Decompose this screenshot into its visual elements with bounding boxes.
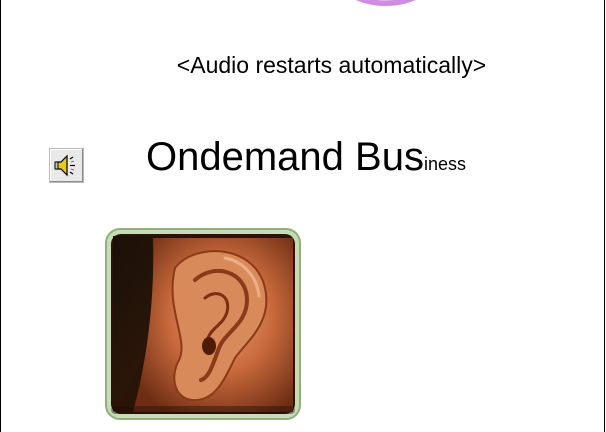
audio-instruction: <Audio restarts automatically> xyxy=(176,52,487,78)
decorative-arrow xyxy=(356,0,428,6)
speaker-button[interactable] xyxy=(49,148,84,183)
speaker-icon xyxy=(54,154,75,177)
headline-part2: iness xyxy=(423,154,466,174)
headline-title: Ondemand Business xyxy=(146,135,466,180)
ear-photo xyxy=(105,228,301,420)
headline-part1: Ondemand Bus xyxy=(146,135,424,179)
slide: <Audio restarts automatically> Ondemand … xyxy=(0,0,605,432)
